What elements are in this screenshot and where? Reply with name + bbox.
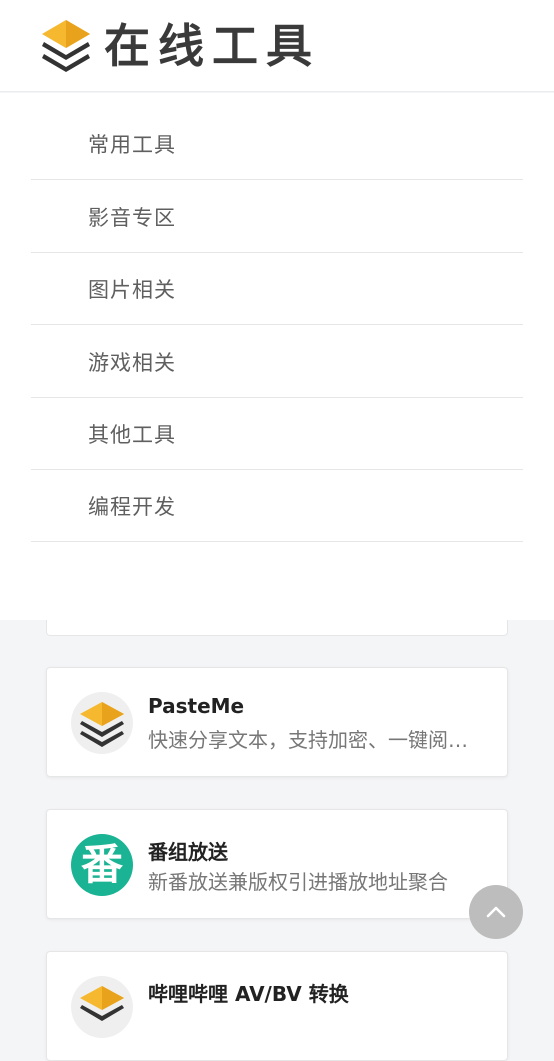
layers-icon[interactable] — [40, 18, 92, 74]
menu-item-label: 其他工具 — [88, 422, 176, 447]
card-description: 快速分享文本，支持加密、一键阅后即焚 — [148, 728, 468, 752]
tool-card-bilibili[interactable]: 哔哩哔哩 AV/BV 转换 — [46, 951, 508, 1061]
tool-card-bangumi[interactable]: 番 番组放送 新番放送兼版权引进播放地址聚合 — [46, 809, 508, 919]
menu-item-label: 编程开发 — [88, 494, 176, 519]
nav-menu: 常用工具 影音专区 图片相关 游戏相关 其他工具 编程开发 — [0, 93, 554, 620]
menu-item-dev[interactable]: 编程开发 — [31, 470, 523, 542]
chevron-up-icon — [486, 906, 506, 918]
menu-item-other[interactable]: 其他工具 — [31, 398, 523, 470]
card-title: 哔哩哔哩 AV/BV 转换 — [148, 982, 349, 1006]
menu-item-common-tools[interactable]: 常用工具 — [31, 108, 523, 180]
menu-item-label: 游戏相关 — [88, 350, 176, 375]
menu-item-games[interactable]: 游戏相关 — [31, 326, 523, 398]
menu-item-label: 常用工具 — [88, 132, 176, 157]
menu-item-images[interactable]: 图片相关 — [31, 253, 523, 325]
menu-item-label: 影音专区 — [88, 205, 176, 230]
tool-card-pasteme[interactable]: PasteMe 快速分享文本，支持加密、一键阅后即焚 — [46, 667, 508, 777]
card-title: 番组放送 — [148, 840, 228, 864]
card-title: PasteMe — [148, 694, 245, 718]
card-description: 新番放送兼版权引进播放地址聚合 — [148, 870, 448, 894]
menu-item-label: 图片相关 — [88, 277, 176, 302]
bangumi-icon: 番 — [71, 834, 133, 896]
back-to-top-button[interactable] — [469, 885, 523, 939]
layers-icon — [71, 692, 133, 754]
site-header: 在线工具 — [0, 0, 554, 92]
menu-item-media[interactable]: 影音专区 — [31, 181, 523, 253]
layers-icon — [71, 976, 133, 1038]
site-logo-text[interactable]: 在线工具 — [104, 16, 320, 76]
